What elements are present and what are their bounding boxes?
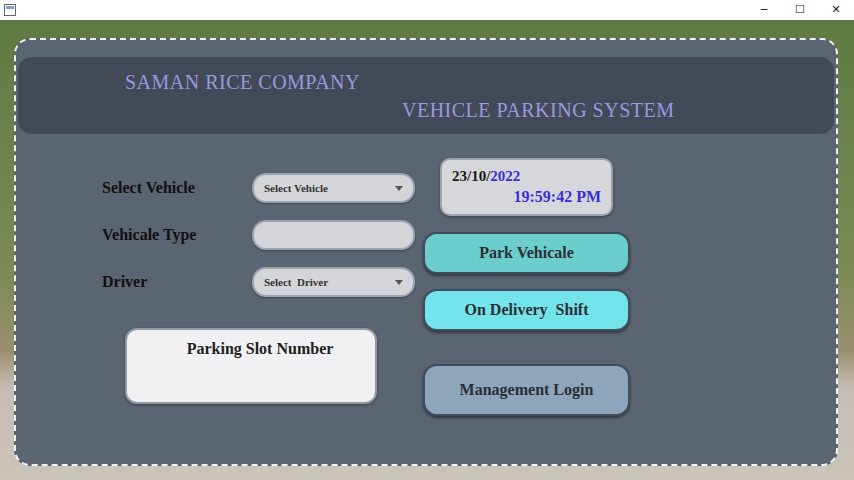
field-label: Vehicale Type xyxy=(102,223,252,247)
main-panel: SAMAN RICE COMPANYVEHICLE PARKING SYSTEM… xyxy=(14,38,838,466)
date: 23/10/2022 xyxy=(452,166,601,186)
button-label: On Delivery Shift xyxy=(465,301,589,318)
date-year: 2022 xyxy=(490,168,520,184)
text-field xyxy=(252,220,415,250)
background-photo: SAMAN RICE COMPANYVEHICLE PARKING SYSTEM… xyxy=(0,20,854,480)
form-row: Vehicale Type xyxy=(102,219,423,251)
button-label: Park Vehicale xyxy=(479,244,574,261)
management-login-button[interactable]: Management Login xyxy=(423,364,630,416)
company-title: SAMAN RICE COMPANY xyxy=(125,69,834,95)
dropdown[interactable]: Select Vehicle xyxy=(252,173,415,203)
text-input[interactable] xyxy=(264,226,403,245)
caret-icon xyxy=(395,186,403,191)
date-day-month: 23/10/ xyxy=(452,168,490,184)
button-label: Management Login xyxy=(460,381,594,398)
close-button[interactable]: ✕ xyxy=(818,0,854,20)
maximize-button[interactable]: ☐ xyxy=(782,0,818,20)
minimize-button[interactable]: ─ xyxy=(746,0,782,20)
system-title: VEHICLE PARKING SYSTEM xyxy=(125,97,834,123)
form-row: Select Vehicle Select Vehicle xyxy=(102,172,423,204)
delivery-shift-button[interactable]: On Delivery Shift xyxy=(423,289,630,331)
dropdown-value: Select Driver xyxy=(264,274,328,291)
dropdown-value: Select Vehicle xyxy=(264,180,328,197)
caret-icon xyxy=(395,280,403,285)
time: 19:59:42 PM xyxy=(452,186,601,208)
action-column: 23/10/202219:59:42 PMPark VehicaleOn Del… xyxy=(423,134,630,416)
parking-slot-box: Parking Slot Number xyxy=(125,328,377,404)
park-button[interactable]: Park Vehicale xyxy=(423,232,630,274)
field-label: Select Vehicle xyxy=(102,176,252,200)
header-band: SAMAN RICE COMPANYVEHICLE PARKING SYSTEM xyxy=(18,57,834,134)
content-area: Select Vehicle Select Vehicle Vehicale Typ… xyxy=(18,134,834,416)
dropdown[interactable]: Select Driver xyxy=(252,267,415,297)
form-column: Select Vehicle Select Vehicle Vehicale Typ… xyxy=(18,134,423,416)
title-bar: ─☐✕ xyxy=(0,0,854,20)
clock-box: 23/10/202219:59:42 PM xyxy=(440,158,613,216)
form-row: Driver Select Driver xyxy=(102,266,423,298)
app-icon xyxy=(4,4,16,16)
field-label: Driver xyxy=(102,270,252,294)
